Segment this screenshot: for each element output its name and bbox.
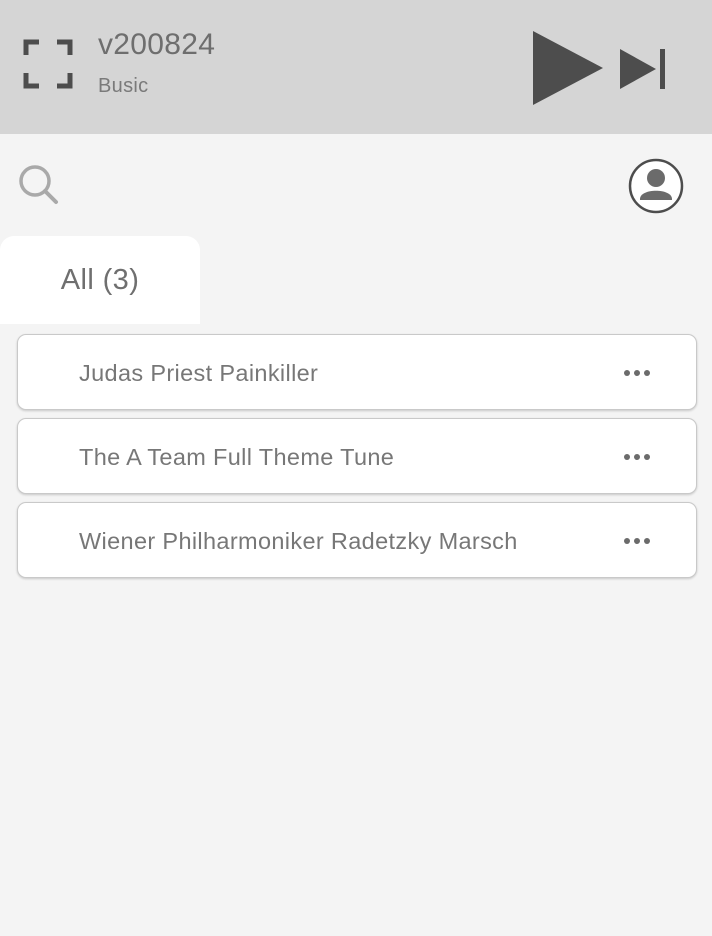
track-row[interactable]: Wiener Philharmoniker Radetzky Marsch bbox=[17, 502, 697, 578]
search-icon[interactable] bbox=[16, 162, 62, 208]
track-title: Judas Priest Painkiller bbox=[79, 360, 319, 386]
track-row[interactable]: The A Team Full Theme Tune bbox=[17, 418, 697, 494]
app-subtitle: Busic bbox=[98, 75, 149, 97]
track-title: Wiener Philharmoniker Radetzky Marsch bbox=[79, 528, 518, 554]
track-version-title: v200824 bbox=[98, 28, 216, 61]
track-list: Judas Priest Painkiller The A Team Full … bbox=[17, 334, 697, 586]
fullscreen-expand-icon[interactable] bbox=[22, 38, 74, 90]
play-icon[interactable] bbox=[530, 28, 606, 108]
more-options-icon[interactable] bbox=[622, 363, 652, 383]
track-title: The A Team Full Theme Tune bbox=[79, 444, 395, 470]
tab-all[interactable]: All (3) bbox=[0, 236, 200, 324]
user-account-icon[interactable] bbox=[626, 156, 686, 216]
player-header: v200824 Busic bbox=[0, 0, 712, 134]
track-row[interactable]: Judas Priest Painkiller bbox=[17, 334, 697, 410]
more-options-icon[interactable] bbox=[622, 531, 652, 551]
more-options-icon[interactable] bbox=[622, 447, 652, 467]
skip-next-icon[interactable] bbox=[618, 46, 668, 92]
